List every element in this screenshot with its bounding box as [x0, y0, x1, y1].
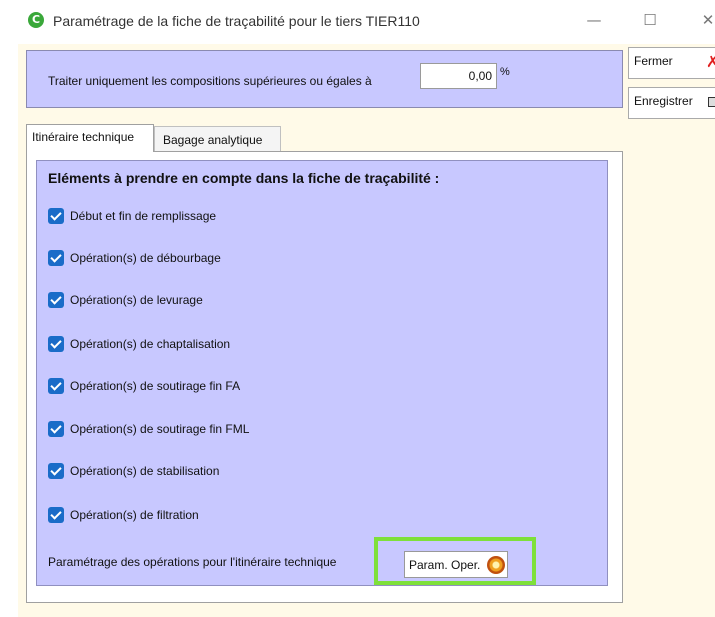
app-icon: C [28, 12, 44, 28]
checkbox-chaptalisation[interactable] [48, 336, 64, 352]
checkbox-label: Début et fin de remplissage [70, 209, 217, 223]
checkbox-debourbage[interactable] [48, 250, 64, 266]
close-button[interactable]: Fermer ✗ [628, 47, 715, 79]
checkbox-label: Opération(s) de filtration [70, 508, 199, 522]
checkbox-label: Opération(s) de chaptalisation [70, 337, 231, 351]
checkbox-remplissage[interactable] [48, 208, 64, 224]
window-close-button[interactable]: ✕ [694, 8, 715, 32]
window-title: Paramétrage de la fiche de traçabilité p… [53, 13, 420, 29]
minimize-button[interactable]: — [580, 8, 608, 32]
save-button-label: Enregistrer [634, 94, 693, 108]
threshold-label: Traiter uniquement les compositions supé… [48, 74, 372, 88]
percent-label: % [500, 66, 510, 78]
elements-panel [36, 160, 608, 586]
checkbox-soutirage-fa[interactable] [48, 378, 64, 394]
param-oper-label: Param. Oper. [409, 558, 481, 572]
save-button[interactable]: Enregistrer [628, 87, 715, 119]
checkbox-label: Opération(s) de soutirage fin FA [70, 379, 241, 393]
gear-icon [487, 556, 505, 574]
checkbox-levurage[interactable] [48, 292, 64, 308]
threshold-input[interactable]: 0,00 [420, 63, 497, 89]
title-bar: C Paramétrage de la fiche de traçabilité… [0, 0, 715, 44]
close-button-label: Fermer [634, 54, 673, 68]
checkbox-filtration[interactable] [48, 507, 64, 523]
section-title: Eléments à prendre en compte dans la fic… [48, 170, 440, 186]
checkbox-label: Opération(s) de levurage [70, 293, 203, 307]
tab-itineraire-technique[interactable]: Itinéraire technique [26, 124, 154, 152]
maximize-button[interactable]: ☐ [636, 8, 664, 32]
checkbox-soutirage-fml[interactable] [48, 421, 64, 437]
x-icon: ✗ [706, 52, 715, 71]
tab-bagage-analytique[interactable]: Bagage analytique [154, 126, 281, 154]
checkbox-label: Opération(s) de soutirage fin FML [70, 422, 250, 436]
checkbox-label: Opération(s) de débourbage [70, 251, 221, 265]
param-oper-button[interactable]: Param. Oper. [404, 551, 508, 578]
save-icon [708, 97, 715, 107]
checkbox-label: Opération(s) de stabilisation [70, 464, 220, 478]
param-label: Paramétrage des opérations pour l'itinér… [48, 555, 337, 569]
checkbox-stabilisation[interactable] [48, 463, 64, 479]
